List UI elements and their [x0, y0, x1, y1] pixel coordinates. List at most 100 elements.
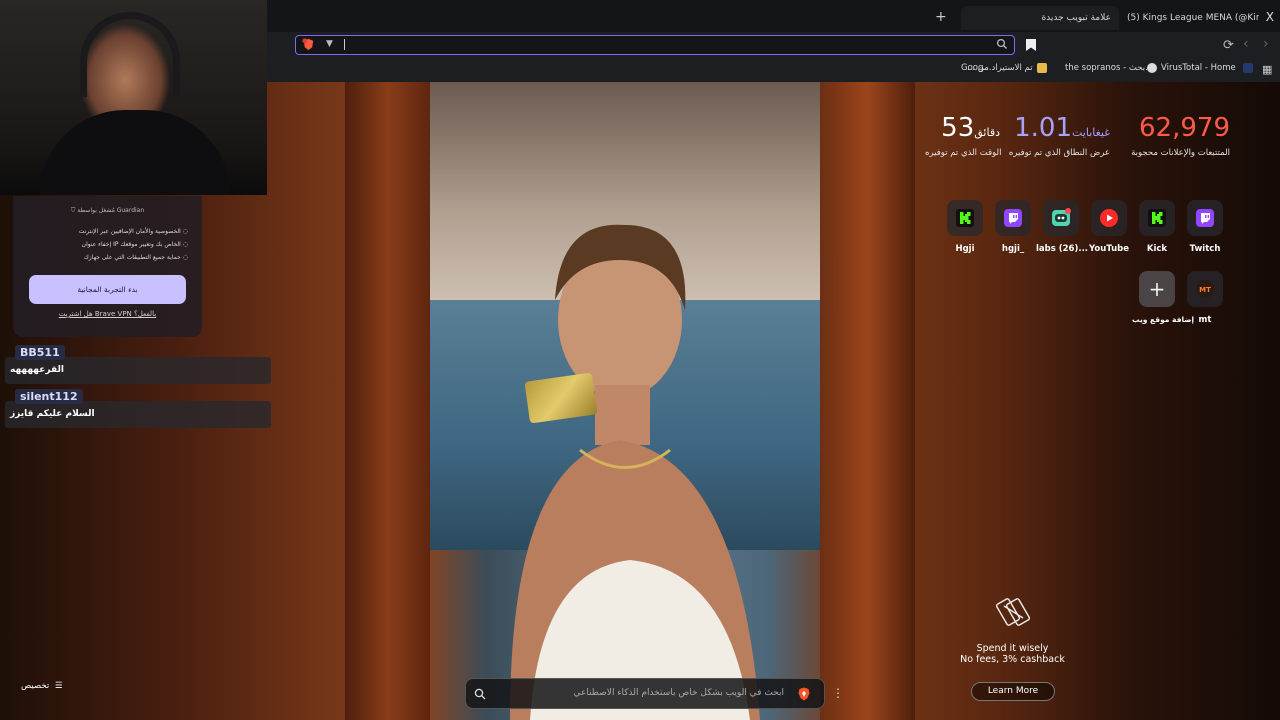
search-icon[interactable] — [996, 38, 1008, 50]
tile-label: Twitch — [1189, 244, 1221, 254]
tile-hgji-twitch[interactable]: hgji_ — [988, 200, 1038, 254]
tab-kings-league[interactable]: (5) Kings League MENA (@KingsLeag X — [1119, 6, 1280, 30]
bookmark-item-google[interactable]: Goog... — [961, 63, 992, 73]
forward-icon[interactable]: › — [1263, 36, 1269, 52]
stat-label: عرض النطاق الذي تم توفيره — [1008, 148, 1110, 158]
vpn-promo-panel: ⛉ مُشغل بواسطة Guardian الخصوصية والأمان… — [13, 196, 202, 337]
apps-grid-icon — [1243, 63, 1253, 73]
tile-label: Hgji — [955, 244, 975, 254]
tile-add-site[interactable]: + إضافة موقع ويب — [1132, 271, 1195, 324]
bookmark-label: the sopranos - بحث... — [1065, 63, 1154, 73]
vpn-feature-text: حماية جميع التطبيقات التي على جهازك — [83, 254, 181, 261]
apps-grid-icon[interactable]: ▦ — [1262, 63, 1272, 76]
background-door-right — [820, 82, 915, 720]
tab-title: علامة تبويب جديدة — [1041, 13, 1111, 23]
vpn-feature: إخفاء عنوان IP الخاص بك وتغيير موقعك ◌ — [33, 241, 188, 248]
chat-username: BB511 — [15, 345, 65, 360]
folder-icon — [1036, 63, 1047, 73]
vpn-already-purchased-link[interactable]: هل اشتريت Brave VPN بالفعل؟ — [13, 310, 202, 318]
tile-label: hgji_ — [1001, 244, 1025, 254]
chat-text: القرعههههه — [10, 365, 64, 375]
back-icon[interactable]: ‹ — [1243, 36, 1249, 52]
tab-strip: + ✕ علامة تبويب جديدة (5) Kings League M… — [267, 0, 1280, 32]
browser-chrome: + ✕ علامة تبويب جديدة (5) Kings League M… — [267, 0, 1280, 82]
x-logo-icon: X — [1265, 10, 1274, 24]
chat-message: silent112 السلام عليكم قايزز — [5, 389, 271, 428]
search-icon — [474, 688, 486, 700]
twitch-icon — [995, 200, 1031, 236]
bookmarks-bar: ▦ VirusTotal - Home the sopranos - بحث..… — [267, 58, 1280, 80]
twitch-icon — [1187, 200, 1223, 236]
new-tab-button[interactable]: + — [935, 9, 947, 25]
check-icon: ◌ — [182, 228, 188, 235]
vpn-feature: الخصوصية والأمان الإضافيين عبر الإنترنت … — [33, 228, 188, 235]
sliders-icon: ☰ — [54, 681, 63, 691]
svg-text:MT: MT — [1199, 286, 1211, 294]
brave-shields-icon[interactable] — [302, 38, 315, 51]
kick-icon — [947, 200, 983, 236]
promo-title: Spend it wisely — [976, 643, 1049, 654]
chat-message: BB511 القرعههههه — [5, 345, 271, 384]
stat-label: الوقت الذي تم توفيره — [925, 148, 1002, 158]
brave-wallet-card-icon — [995, 598, 1031, 626]
youtube-icon — [1091, 200, 1127, 236]
learn-more-button[interactable]: Learn More — [971, 682, 1055, 701]
vpn-feature-text: إخفاء عنوان IP الخاص بك وتغيير موقعك — [81, 241, 181, 248]
plus-icon: + — [1139, 271, 1175, 307]
tile-twitch[interactable]: Twitch — [1180, 200, 1230, 254]
tile-label: YouTube — [1088, 244, 1130, 254]
brave-lion-icon: ▼ — [326, 39, 333, 49]
webcam-feed — [0, 0, 267, 195]
search-box[interactable]: ابحث في الويب بشكل خاص باستخدام الذكاء ا… — [465, 678, 825, 709]
background-door-left — [345, 82, 430, 720]
text-caret — [344, 39, 345, 50]
stat-unit: غيغابايت — [1071, 126, 1110, 139]
stat-value: 53 — [941, 113, 975, 143]
customize-button[interactable]: تخصيص ☰ — [21, 681, 63, 691]
streamer-body — [40, 110, 230, 195]
labs-icon — [1043, 200, 1079, 236]
tile-hgji-kick[interactable]: Hgji — [940, 200, 990, 254]
tile-kick[interactable]: Kick — [1132, 200, 1182, 254]
stat-value: 62,979 — [1139, 113, 1230, 143]
bookmark-item-sopranos[interactable]: the sopranos - بحث... — [1065, 63, 1153, 73]
vpn-brand-label: مُشغل بواسطة Guardian — [77, 207, 145, 214]
search-placeholder: ابحث في الويب بشكل خاص باستخدام الذكاء ا… — [573, 688, 784, 698]
bookmark-item-virustotal[interactable]: VirusTotal - Home — [1147, 63, 1236, 73]
stat-trackers-blocked: 62,979 المتتبعات والإعلانات محجوبة — [1120, 114, 1230, 158]
promo-subtitle: No fees, 3% cashback — [960, 654, 1065, 665]
tile-labs[interactable]: labs (26)... — [1036, 200, 1089, 254]
headphones — [80, 12, 180, 97]
bookmark-icon[interactable] — [1025, 38, 1037, 52]
tile-label: Kick — [1146, 244, 1168, 254]
vpn-feature: حماية جميع التطبيقات التي على جهازك ◌ — [33, 254, 188, 261]
bookmark-label: VirusTotal - Home — [1161, 63, 1236, 73]
mt-icon: MT — [1187, 271, 1223, 307]
bookmark-item-apps[interactable] — [1243, 63, 1253, 73]
background-woman-illustration — [510, 224, 760, 720]
customize-label: تخصيص — [21, 681, 50, 691]
stat-bandwidth-saved: 1.01غيغابايت عرض النطاق الذي تم توفيره — [1005, 114, 1110, 158]
check-icon: ◌ — [182, 241, 188, 248]
vpn-feature-text: الخصوصية والأمان الإضافيين عبر الإنترنت — [78, 228, 181, 235]
vpn-free-trial-button[interactable]: بدء التجربة المجانية — [29, 275, 186, 304]
stat-label: المتتبعات والإعلانات محجوبة — [1131, 148, 1230, 158]
address-bar[interactable]: ▼ — [295, 35, 1015, 55]
tab-title: (5) Kings League MENA (@KingsLeag — [1127, 13, 1259, 23]
tile-label: إضافة موقع ويب — [1132, 315, 1195, 324]
bookmark-label: Goog... — [961, 63, 992, 73]
stat-value: 1.01 — [1014, 113, 1072, 143]
stat-time-saved: 53دقائق الوقت الذي تم توفيره — [925, 113, 1002, 158]
reload-icon[interactable]: ⟳ — [1223, 38, 1234, 53]
check-icon: ◌ — [182, 254, 188, 261]
guardian-shield-icon: ⛉ — [70, 207, 76, 214]
tab-new-tab[interactable]: علامة تبويب جديدة — [961, 6, 1119, 30]
tile-label: labs (26)... — [1036, 244, 1089, 254]
chat-username: silent112 — [15, 389, 83, 404]
vpn-brand: ⛉ مُشغل بواسطة Guardian — [13, 207, 202, 215]
tile-youtube[interactable]: YouTube — [1084, 200, 1134, 254]
chat-text: السلام عليكم قايزز — [10, 409, 95, 419]
kick-icon — [1139, 200, 1175, 236]
brave-lion-icon[interactable] — [798, 687, 810, 701]
more-options-icon[interactable]: ⋮ — [832, 686, 844, 700]
